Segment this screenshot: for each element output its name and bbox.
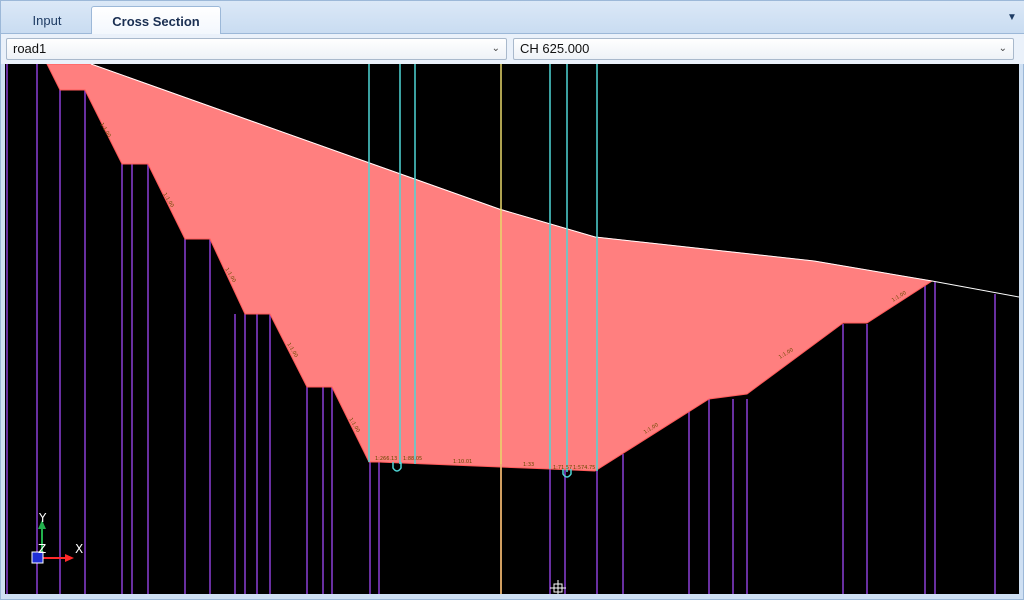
svg-text:1:266.13: 1:266.13 (375, 456, 397, 462)
cross-section-drawing: 1:1.00 1:1.00 1:1.00 1:1.00 1:1.00 1:266… (6, 64, 1019, 594)
svg-text:1:10.01: 1:10.01 (453, 459, 472, 465)
svg-text:1:33: 1:33 (523, 462, 534, 468)
z-axis-label: Z (38, 542, 46, 556)
road-select-value: road1 (13, 41, 47, 56)
crosshair-cursor-icon (550, 580, 566, 594)
tab-bar: Input Cross Section ▼ (1, 1, 1024, 35)
x-axis-label: X (75, 542, 83, 556)
selection-toolbar: road1 ⌄ CH 625.000 ⌄ (1, 34, 1024, 64)
tab-cross-section[interactable]: Cross Section (91, 6, 221, 35)
tab-overflow-chevron-down-icon[interactable]: ▼ (1005, 11, 1019, 25)
chainage-select[interactable]: CH 625.000 ⌄ (513, 38, 1014, 60)
cross-section-viewport[interactable]: 1:1.00 1:1.00 1:1.00 1:1.00 1:1.00 1:266… (5, 64, 1019, 594)
y-axis-label: Y (38, 511, 47, 525)
tab-input[interactable]: Input (7, 7, 87, 34)
road-select[interactable]: road1 ⌄ (6, 38, 507, 60)
cut-area (46, 64, 934, 472)
svg-text:1:574.75: 1:574.75 (573, 465, 595, 471)
ucs-axes-icon: Y X Z (31, 511, 83, 564)
cross-section-window: Input Cross Section ▼ road1 ⌄ CH 625.000… (0, 0, 1024, 600)
chevron-down-icon: ⌄ (491, 43, 500, 54)
svg-text:1:71.57: 1:71.57 (553, 465, 572, 471)
chevron-down-icon: ⌄ (998, 43, 1007, 54)
chainage-select-value: CH 625.000 (520, 41, 590, 56)
svg-text:1:88.05: 1:88.05 (403, 456, 422, 462)
